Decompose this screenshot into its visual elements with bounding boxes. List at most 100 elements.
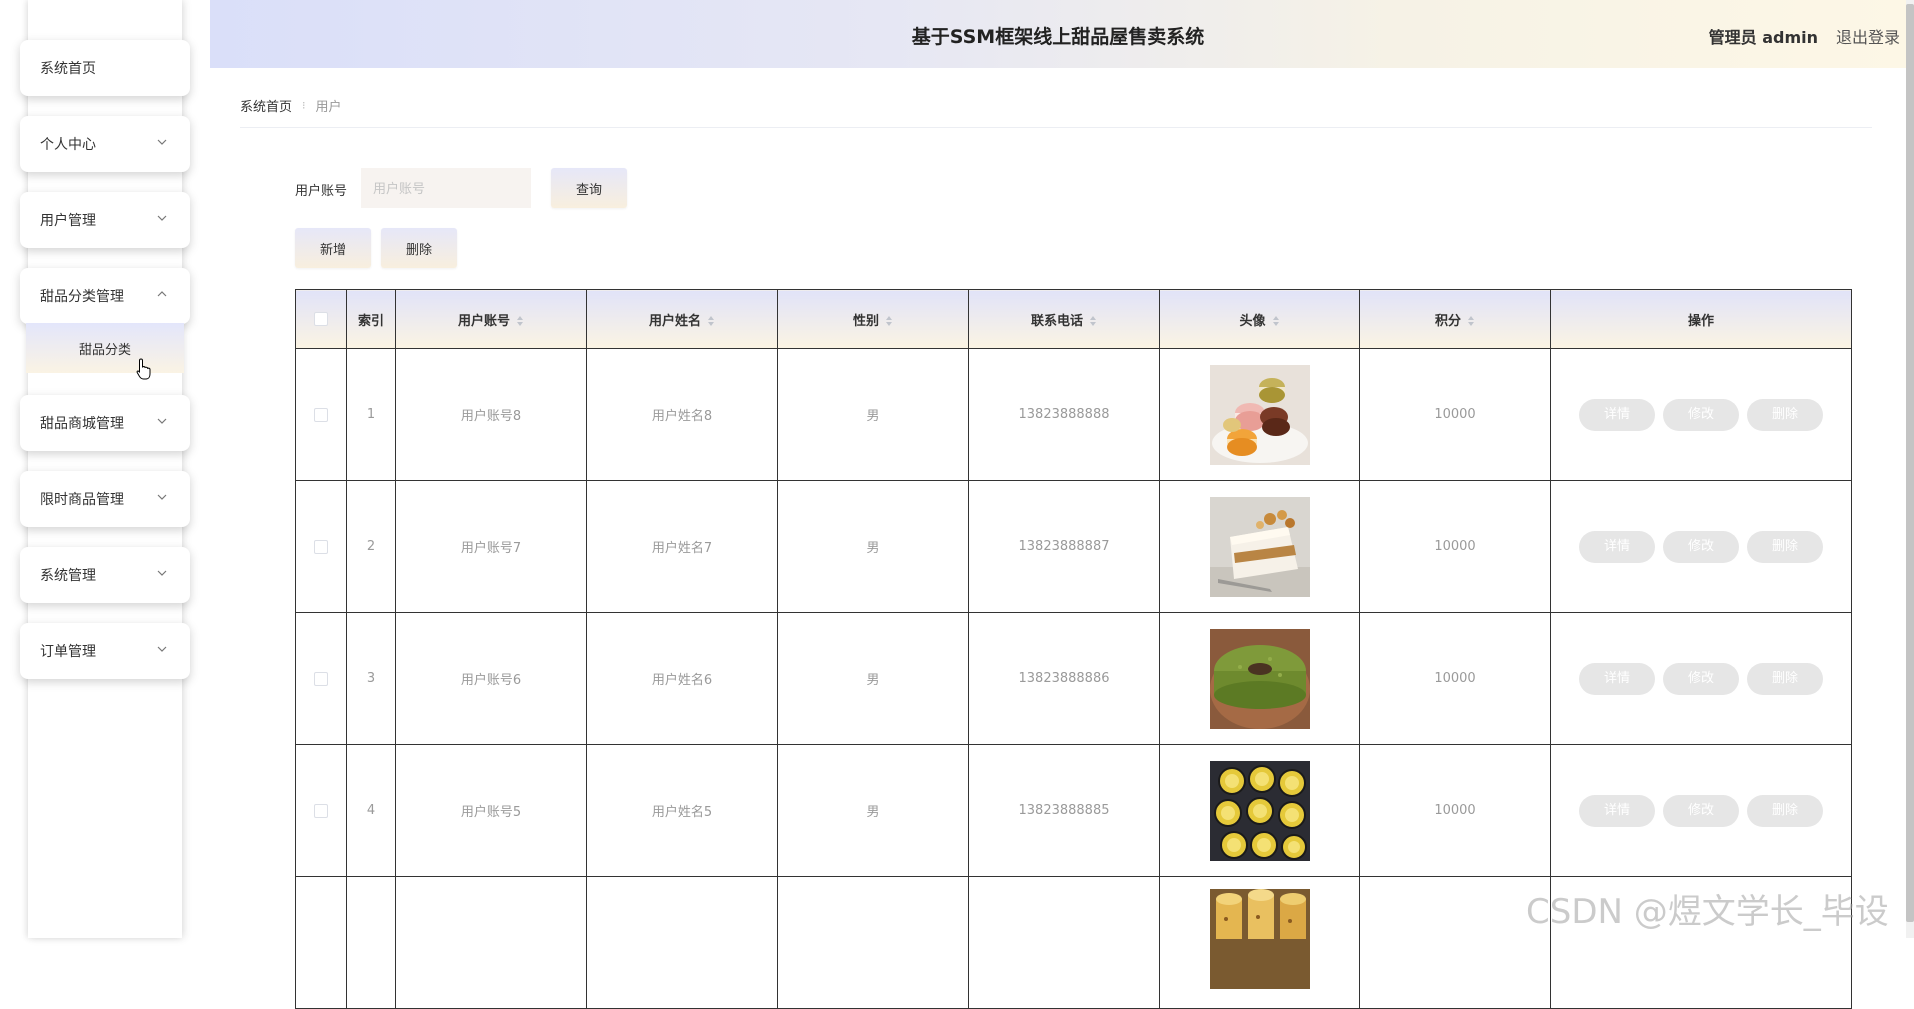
row-checkbox[interactable] [314,407,328,422]
breadcrumb: 系统首页 ⁝ 用户 [240,96,342,115]
cell-points [1359,876,1551,1009]
col-header-avatar[interactable]: 头像 [1159,289,1360,349]
avatar-image-cake-slice [1209,496,1310,597]
batch-delete-button[interactable]: 删除 [381,228,457,268]
sort-icon[interactable] [1089,315,1097,327]
sort-icon[interactable] [885,315,893,327]
avatar-image-cupcakes [1209,889,1310,989]
col-header-index: 索引 [346,289,396,349]
add-button[interactable]: 新增 [295,228,371,268]
col-header-account[interactable]: 用户账号 [395,289,587,349]
detail-button[interactable]: 详情 [1579,530,1655,563]
cell-actions: 详情 修改 删除 [1550,612,1852,745]
menu-label: 系统管理 [40,568,96,584]
avatar-image-matcha-bundt [1209,628,1310,729]
cell-index: 2 [346,480,396,613]
admin-label: 管理员 admin [1708,28,1818,47]
cell-name: 用户姓名7 [586,480,778,613]
watermark: CSDN @煜文学长_毕设 [1526,892,1889,932]
delete-button[interactable]: 删除 [1747,794,1823,827]
row-select-cell[interactable] [295,348,347,481]
detail-button[interactable]: 详情 [1579,662,1655,695]
select-all-cell[interactable] [295,289,347,349]
menu-item-system-management[interactable]: 系统管理 [20,547,190,603]
row-checkbox[interactable] [314,539,328,554]
scrollbar-thumb[interactable] [1906,4,1914,922]
vertical-scrollbar[interactable] [1906,0,1914,938]
sort-icon[interactable] [707,315,715,327]
hand-cursor-icon [136,358,152,380]
submenu-item-dessert-category[interactable]: 甜品分类 [26,323,184,373]
cell-avatar [1159,744,1360,877]
detail-button[interactable]: 详情 [1579,398,1655,431]
cell-actions: 详情 修改 删除 [1550,744,1852,877]
cell-points: 10000 [1359,612,1551,745]
cell-avatar [1159,348,1360,481]
cell-index: 4 [346,744,396,877]
menu-item-personal-center[interactable]: 个人中心 [20,116,190,172]
table-row: 4 用户账号5 用户姓名5 男 13823888885 10000 详情 修改 … [295,744,1852,877]
row-checkbox[interactable] [314,803,328,818]
breadcrumb-home[interactable]: 系统首页 [240,96,292,115]
top-header: 基于SSM框架线上甜品屋售卖系统 管理员 admin 退出登录 [210,0,1906,68]
row-select-cell[interactable] [295,480,347,613]
sort-icon[interactable] [516,315,524,327]
cell-avatar [1159,480,1360,613]
cell-phone [968,876,1160,1009]
chevron-down-icon [156,491,168,503]
col-header-label: 操作 [1687,313,1714,329]
menu-item-home[interactable]: 系统首页 [20,40,190,96]
col-header-name[interactable]: 用户姓名 [586,289,778,349]
cell-gender [777,876,969,1009]
cell-points: 10000 [1359,480,1551,613]
delete-button[interactable]: 删除 [1747,662,1823,695]
query-button[interactable]: 查询 [551,168,627,208]
menu-label: 个人中心 [40,137,96,153]
col-header-label: 索引 [357,313,384,329]
cell-name [586,876,778,1009]
search-input[interactable] [361,168,531,208]
col-header-points[interactable]: 积分 [1359,289,1551,349]
delete-button[interactable]: 删除 [1747,530,1823,563]
divider [240,127,1872,128]
avatar-image-egg-tarts [1209,760,1310,861]
row-select-cell[interactable] [295,744,347,877]
cell-points: 10000 [1359,744,1551,877]
edit-button[interactable]: 修改 [1663,662,1739,695]
cell-index [346,876,396,1009]
breadcrumb-current: 用户 [315,100,342,115]
row-checkbox[interactable] [314,671,328,686]
edit-button[interactable]: 修改 [1663,530,1739,563]
chevron-down-icon [156,415,168,427]
menu-item-dessert-category-management[interactable]: 甜品分类管理 [20,268,190,324]
sort-icon[interactable] [1272,315,1280,327]
avatar-image-macarons [1209,364,1310,465]
menu-item-user-management[interactable]: 用户管理 [20,192,190,248]
cell-points: 10000 [1359,348,1551,481]
edit-button[interactable]: 修改 [1663,794,1739,827]
col-header-actions: 操作 [1550,289,1852,349]
select-all-checkbox[interactable] [314,312,328,326]
col-header-label: 用户账号 [457,313,510,329]
edit-button[interactable]: 修改 [1663,398,1739,431]
menu-item-limited-goods-management[interactable]: 限时商品管理 [20,471,190,527]
col-header-gender[interactable]: 性别 [777,289,969,349]
delete-button[interactable]: 删除 [1747,398,1823,431]
cell-name: 用户姓名5 [586,744,778,877]
cell-gender: 男 [777,480,969,613]
cell-gender: 男 [777,348,969,481]
cell-account: 用户账号6 [395,612,587,745]
logout-link[interactable]: 退出登录 [1836,24,1900,48]
search-label: 用户账号 [295,184,348,199]
detail-button[interactable]: 详情 [1579,794,1655,827]
submenu-label: 甜品分类 [78,342,131,358]
menu-item-dessert-mall-management[interactable]: 甜品商城管理 [20,395,190,451]
chevron-down-icon [156,567,168,579]
table-row: 1 用户账号8 用户姓名8 男 13823888888 10000 详情 修改 … [295,348,1852,481]
row-select-cell[interactable] [295,612,347,745]
menu-item-order-management[interactable]: 订单管理 [20,623,190,679]
col-header-phone[interactable]: 联系电话 [968,289,1160,349]
cell-account: 用户账号8 [395,348,587,481]
sort-icon[interactable] [1467,315,1475,327]
row-select-cell[interactable] [295,876,347,1009]
